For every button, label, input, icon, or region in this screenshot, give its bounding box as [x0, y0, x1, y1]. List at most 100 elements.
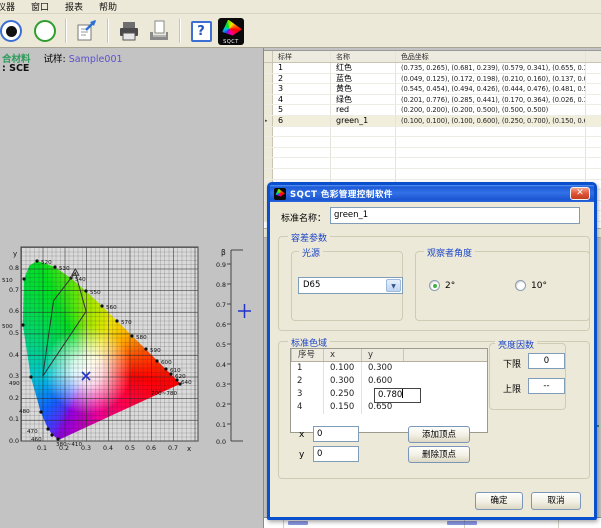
dialog-titlebar[interactable]: SQCT 色彩管理控制软件: [270, 185, 594, 202]
svg-text:700~780: 700~780: [151, 391, 177, 397]
dialog-sqct-color-management: SQCT 色彩管理控制软件 ✕ 标准名称： green_1 容差参数 光源 D6…: [267, 182, 597, 520]
beta-value-marker: [238, 304, 251, 318]
observer-2deg-radio[interactable]: [429, 280, 440, 291]
partial-text: [288, 521, 308, 525]
ok-button[interactable]: 确定: [475, 492, 523, 510]
col-header-name[interactable]: 名称: [331, 51, 396, 62]
vertex-table[interactable]: 序号 x y 1 0.100 0.300 2 0.300 0.600 3 0.2…: [290, 348, 488, 433]
cancel-button[interactable]: 取消: [531, 492, 581, 510]
svg-text:0.4: 0.4: [9, 352, 19, 359]
svg-text:0.3: 0.3: [9, 373, 19, 380]
svg-text:0.0: 0.0: [9, 438, 19, 445]
partial-text: [447, 521, 477, 525]
svg-text:0.2: 0.2: [9, 395, 19, 402]
dropdown-arrow-icon[interactable]: ▼: [386, 279, 401, 292]
observer-10deg-radio[interactable]: [515, 280, 526, 291]
illuminant-value: D65: [303, 280, 320, 290]
svg-text:0.7: 0.7: [9, 287, 19, 294]
observer-10deg-label: 10°: [531, 281, 547, 291]
table-row[interactable]: 4 绿色 (0.201, 0.776), (0.285, 0.441), (0.…: [264, 95, 601, 106]
svg-text:560: 560: [106, 305, 117, 311]
col-header-coords[interactable]: 色品坐标: [396, 51, 586, 62]
vertex-row[interactable]: 2 0.300 0.600: [291, 375, 487, 388]
illuminant-group-label: 光源: [299, 246, 323, 259]
measure-standard-icon[interactable]: [32, 18, 58, 44]
observer-groupbox: [415, 251, 590, 321]
print-preview-icon[interactable]: [146, 18, 172, 44]
beta-axis-title: β: [221, 248, 226, 257]
svg-text:0.6: 0.6: [216, 322, 226, 329]
menu-item-instrument[interactable]: 仪器: [0, 0, 23, 13]
svg-text:0.5: 0.5: [9, 330, 19, 337]
col-header-standard[interactable]: 标样: [273, 51, 331, 62]
app-window: 仪器 窗口 报表 帮助: [0, 0, 601, 528]
document-panel: 合材料 试样: Sample001 : SCE y x 0.8 0.7 0.6: [0, 48, 263, 528]
toolbar-separator: [65, 19, 67, 43]
table-row-empty: [264, 127, 601, 138]
standard-name-label: 标准名称：: [281, 211, 326, 224]
print-icon[interactable]: [116, 18, 142, 44]
svg-text:510: 510: [2, 278, 13, 284]
observer-group-label: 观察者角度: [424, 246, 475, 259]
svg-text:0.8: 0.8: [216, 282, 226, 289]
lower-limit-input[interactable]: 0: [528, 353, 565, 369]
add-vertex-button[interactable]: 添加顶点: [408, 426, 470, 443]
svg-text:490: 490: [9, 381, 20, 387]
table-row-empty: [264, 137, 601, 148]
table-row-empty: [264, 148, 601, 159]
wavelength-labels: 520 530 540 550 560 570 580 590 600 610 …: [2, 260, 192, 448]
vertex-row[interactable]: 1 0.100 0.300: [291, 362, 487, 375]
svg-text:0.6: 0.6: [146, 445, 156, 452]
dialog-app-icon: [274, 188, 286, 200]
svg-text:0.9: 0.9: [216, 262, 226, 269]
svg-text:0.7: 0.7: [168, 445, 178, 452]
toolbar: ? SQCT: [0, 15, 601, 48]
sqct-app-icon[interactable]: SQCT: [218, 18, 244, 44]
illuminant-dropdown[interactable]: D65 ▼: [298, 277, 403, 294]
svg-text:460: 460: [31, 437, 42, 443]
table-row-empty: [264, 169, 601, 180]
standard-name-input[interactable]: green_1: [330, 207, 580, 224]
radio-selected-dot: [433, 284, 437, 288]
toolbar-separator: [107, 19, 109, 43]
table-row-selected[interactable]: ▸ 6 green_1 (0.100, 0.100), (0.100, 0.60…: [264, 116, 601, 127]
dialog-title: SQCT 色彩管理控制软件: [290, 188, 393, 200]
svg-text:0.5: 0.5: [216, 342, 226, 349]
svg-text:0.4: 0.4: [103, 445, 113, 452]
table-row[interactable]: 1 红色 (0.735, 0.265), (0.681, 0.239), (0.…: [264, 63, 601, 74]
table-row[interactable]: 3 黄色 (0.545, 0.454), (0.494, 0.426), (0.…: [264, 84, 601, 95]
svg-text:570: 570: [121, 320, 132, 326]
x-coord-input[interactable]: 0: [313, 426, 359, 442]
menu-item-report[interactable]: 报表: [57, 0, 91, 13]
svg-text:0.3: 0.3: [216, 382, 226, 389]
svg-text:0.2: 0.2: [216, 402, 226, 409]
text-caret: [402, 389, 403, 398]
y-axis-ticks: 0.8 0.7 0.6 0.5 0.4 0.3 0.2 0.1 0.0: [9, 265, 19, 445]
svg-text:580: 580: [136, 335, 147, 341]
svg-text:480: 480: [19, 409, 30, 415]
x-coord-label: x: [299, 430, 304, 440]
luminance-group-label: 亮度因数: [495, 338, 537, 351]
svg-text:0.1: 0.1: [216, 422, 226, 429]
menu-item-window[interactable]: 窗口: [23, 0, 57, 13]
report-icon[interactable]: [74, 18, 100, 44]
delete-vertex-button[interactable]: 删除顶点: [408, 446, 470, 463]
table-row[interactable]: 2 蓝色 (0.049, 0.125), (0.172, 0.198), (0.…: [264, 74, 601, 85]
close-button[interactable]: ✕: [570, 187, 590, 200]
svg-text:550: 550: [90, 290, 101, 296]
y-coord-label: y: [299, 450, 304, 460]
sample-value: Sample001: [69, 54, 123, 65]
menu-item-help[interactable]: 帮助: [91, 0, 125, 13]
table-header-row: 标样 名称 色品坐标: [264, 51, 601, 63]
svg-text:520: 520: [41, 260, 52, 266]
measure-sample-icon[interactable]: [2, 18, 28, 44]
table-row[interactable]: 5 red (0.200, 0.200), (0.200, 0.500), (0…: [264, 105, 601, 116]
svg-text:0.7: 0.7: [216, 302, 226, 309]
x-axis-title: x: [187, 445, 191, 453]
upper-limit-input[interactable]: --: [528, 378, 565, 394]
vertex-y-editbox[interactable]: 0.780: [374, 388, 421, 403]
help-icon[interactable]: ?: [188, 18, 214, 44]
sample-point-marker: [82, 372, 90, 380]
svg-text:0.1: 0.1: [37, 445, 47, 452]
y-coord-input[interactable]: 0: [313, 446, 359, 462]
